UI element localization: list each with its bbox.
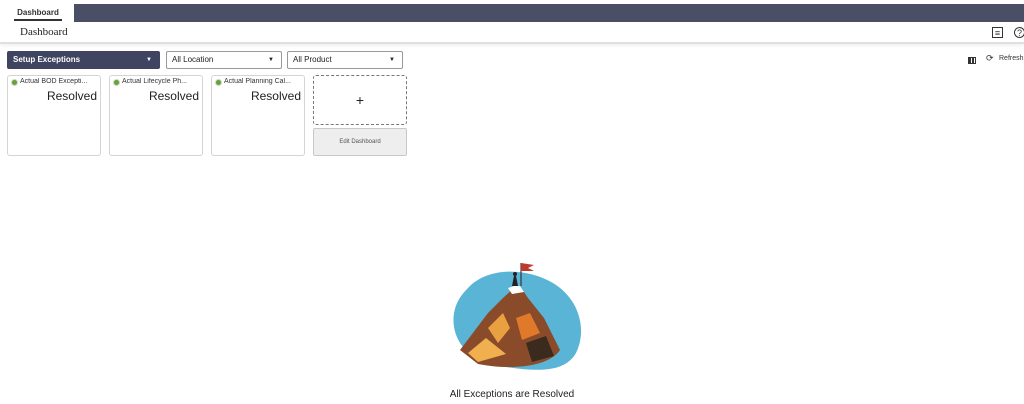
product-value: All Product — [293, 55, 332, 64]
chevron-down-icon: ▼ — [146, 57, 152, 63]
plus-icon: + — [355, 92, 365, 108]
exception-type-select[interactable]: Setup Exceptions ▼ — [7, 51, 160, 69]
report-icon[interactable]: ≡ — [992, 27, 1003, 38]
chevron-down-icon: ▼ — [389, 57, 395, 63]
card-title: Actual Planning Cal... — [224, 78, 291, 85]
product-select[interactable]: All Product ▼ — [287, 51, 403, 69]
exception-type-value: Setup Exceptions — [13, 55, 81, 64]
top-tab-bar: Dashboard — [0, 0, 1024, 22]
status-dot-icon — [216, 80, 221, 85]
location-select[interactable]: All Location ▼ — [166, 51, 282, 69]
exception-card[interactable]: Actual Planning Cal... Resolved — [211, 75, 305, 156]
exception-card[interactable]: Actual Lifecycle Ph... Resolved — [109, 75, 203, 156]
refresh-icon[interactable]: ⟳ — [986, 53, 994, 64]
tab-dashboard[interactable]: Dashboard — [6, 4, 70, 22]
refresh-button[interactable]: Refresh — [999, 55, 1024, 62]
exception-card[interactable]: Actual BOD Excepti... Resolved — [7, 75, 101, 156]
help-icon[interactable]: ? — [1014, 27, 1024, 38]
mountain-flag-illustration — [453, 263, 582, 370]
table-view-icon[interactable] — [968, 57, 976, 64]
tab-strip — [74, 4, 1024, 22]
card-status: Resolved — [148, 89, 199, 103]
empty-state-message: All Exceptions are Resolved — [449, 389, 575, 400]
location-value: All Location — [172, 55, 214, 64]
status-dot-icon — [114, 80, 119, 85]
card-title: Actual Lifecycle Ph... — [122, 78, 187, 85]
edit-dashboard-button[interactable]: Edit Dashboard — [313, 128, 407, 156]
status-dot-icon — [12, 80, 17, 85]
page-header: Dashboard ≡ ? — [0, 22, 1024, 44]
card-status: Resolved — [250, 89, 301, 103]
card-status: Resolved — [46, 89, 97, 103]
add-tile-button[interactable]: + — [313, 75, 407, 125]
chevron-down-icon: ▼ — [268, 57, 274, 63]
card-title: Actual BOD Excepti... — [20, 78, 88, 85]
page-title: Dashboard — [20, 26, 68, 38]
